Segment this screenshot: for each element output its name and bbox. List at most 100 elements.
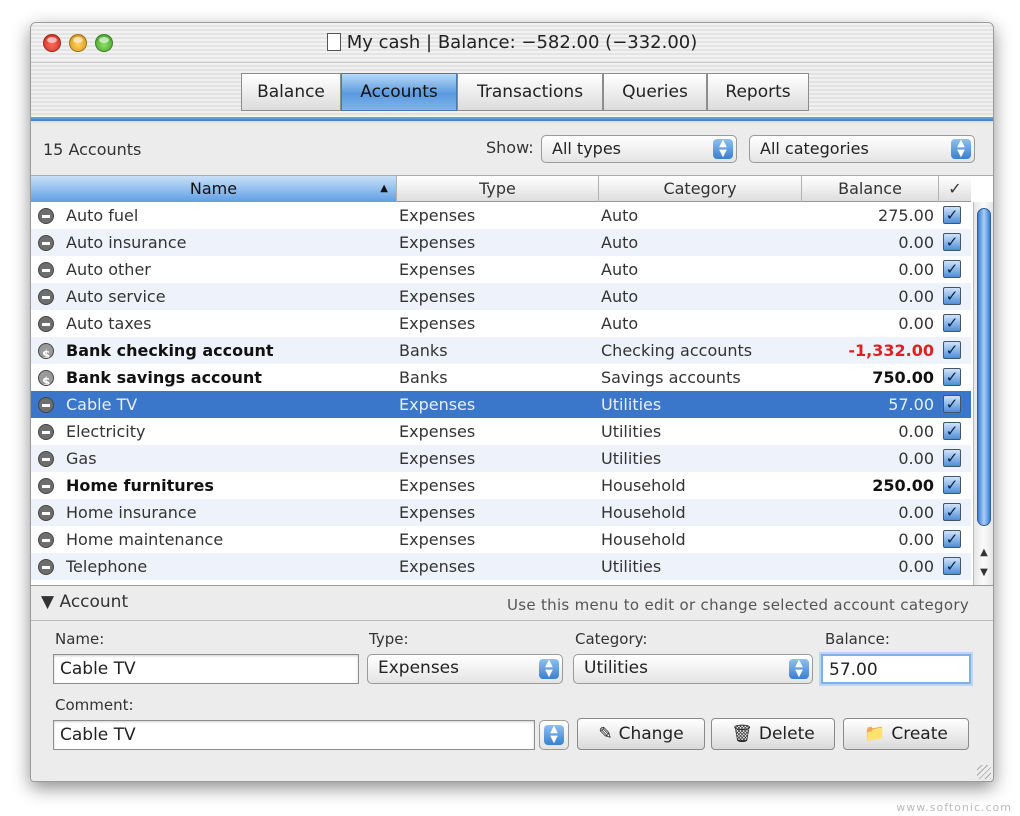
include-checkbox[interactable]: ✓: [943, 260, 961, 278]
tab-bar-underline: [31, 117, 993, 121]
category-label: Category:: [575, 630, 648, 648]
column-header-check[interactable]: ✓: [939, 176, 971, 202]
account-category: Auto: [601, 314, 639, 333]
account-name: Home insurance: [66, 503, 197, 522]
account-type: Expenses: [399, 395, 476, 414]
minus-circle-icon: [38, 505, 54, 521]
account-category: Utilities: [601, 449, 662, 468]
comment-field[interactable]: Cable TV: [53, 720, 535, 750]
updown-arrows-icon: ▲ ▼: [544, 725, 564, 745]
account-category: Household: [601, 503, 686, 522]
table-row[interactable]: Bank savings account Banks Savings account…: [31, 364, 971, 391]
type-filter-select[interactable]: All types ▲ ▼: [541, 135, 737, 163]
account-type: Expenses: [399, 260, 476, 279]
minus-circle-icon: [38, 532, 54, 548]
account-category: Auto: [601, 287, 639, 306]
tab-accounts[interactable]: Accounts: [341, 73, 457, 111]
table-row[interactable]: Home furnitures Expenses Household 250.00 ✓: [31, 472, 971, 499]
account-balance: 0.00: [898, 233, 934, 252]
table-row[interactable]: Auto insurance Expenses Auto 0.00 ✓: [31, 229, 971, 256]
table-row[interactable]: Home insurance Expenses Household 0.00 ✓: [31, 499, 971, 526]
change-button[interactable]: ✎ Change: [577, 718, 705, 750]
table-row[interactable]: Auto taxes Expenses Auto 0.00 ✓: [31, 310, 971, 337]
account-name: Auto taxes: [66, 314, 152, 333]
scroll-down-arrow-icon[interactable]: ▼: [974, 564, 993, 582]
account-balance: 750.00: [872, 368, 934, 387]
include-checkbox[interactable]: ✓: [943, 395, 961, 413]
table-row[interactable]: Telephone Expenses Utilities 0.00 ✓: [31, 553, 971, 580]
category-select[interactable]: Utilities ▲ ▼: [573, 654, 813, 684]
name-field[interactable]: Cable TV: [53, 654, 359, 684]
include-checkbox[interactable]: ✓: [943, 341, 961, 359]
tab-reports[interactable]: Reports: [707, 73, 809, 111]
tab-balance[interactable]: Balance: [241, 73, 341, 111]
include-checkbox[interactable]: ✓: [943, 557, 961, 575]
include-checkbox[interactable]: ✓: [943, 476, 961, 494]
table-row[interactable]: Auto service Expenses Auto 0.00 ✓: [31, 283, 971, 310]
type-filter-value: All types: [552, 139, 621, 158]
minus-circle-icon: [38, 424, 54, 440]
account-balance: 0.00: [898, 530, 934, 549]
dollar-circle-icon: [38, 343, 54, 359]
title-bar[interactable]: My cash | Balance: −582.00 (−332.00): [31, 23, 993, 63]
updown-arrows-icon: ▲ ▼: [713, 139, 733, 159]
table-row[interactable]: Cable TV Expenses Utilities 57.00 ✓: [31, 391, 971, 418]
table-row[interactable]: Gas Expenses Utilities 0.00 ✓: [31, 445, 971, 472]
account-hint: Use this menu to edit or change selected…: [506, 596, 969, 614]
column-header-name[interactable]: Name ▲: [31, 176, 397, 202]
delete-button[interactable]: 🗑 Delete: [711, 718, 835, 750]
create-button[interactable]: 📁 Create: [843, 718, 969, 750]
change-button-label: Change: [618, 724, 684, 744]
account-balance: 250.00: [872, 476, 934, 495]
scrollbar-thumb[interactable]: [977, 208, 991, 526]
include-checkbox[interactable]: ✓: [943, 206, 961, 224]
include-checkbox[interactable]: ✓: [943, 449, 961, 467]
minus-circle-icon: [38, 478, 54, 494]
minus-circle-icon: [38, 262, 54, 278]
accounts-toolbar: 15 Accounts Show: All types ▲ ▼ All categ…: [31, 123, 993, 177]
dollar-circle-icon: [38, 370, 54, 386]
column-header-balance[interactable]: Balance: [802, 176, 939, 202]
sort-ascending-icon: ▲: [380, 183, 388, 194]
table-row[interactable]: Auto other Expenses Auto 0.00 ✓: [31, 256, 971, 283]
include-checkbox[interactable]: ✓: [943, 314, 961, 332]
category-filter-select[interactable]: All categories ▲ ▼: [749, 135, 975, 163]
column-header-type[interactable]: Type: [397, 176, 599, 202]
table-row[interactable]: Auto fuel Expenses Auto 275.00 ✓: [31, 202, 971, 229]
account-balance: 57.00: [888, 395, 934, 414]
create-button-label: Create: [891, 724, 948, 744]
type-label: Type:: [369, 630, 409, 648]
include-checkbox[interactable]: ✓: [943, 503, 961, 521]
include-checkbox[interactable]: ✓: [943, 368, 961, 386]
account-balance: 0.00: [898, 422, 934, 441]
table-scrollbar[interactable]: ▲ ▼: [973, 202, 993, 586]
scroll-up-arrow-icon[interactable]: ▲: [974, 544, 993, 562]
account-type: Expenses: [399, 530, 476, 549]
include-checkbox[interactable]: ✓: [943, 422, 961, 440]
tab-queries[interactable]: Queries: [603, 73, 707, 111]
comment-menu-select[interactable]: ▲ ▼: [539, 720, 569, 750]
account-type: Expenses: [399, 206, 476, 225]
account-disclosure[interactable]: ▼ Account: [41, 592, 128, 612]
account-type: Expenses: [399, 314, 476, 333]
balance-label: Balance:: [825, 630, 890, 648]
include-checkbox[interactable]: ✓: [943, 233, 961, 251]
tab-transactions[interactable]: Transactions: [457, 73, 603, 111]
type-select[interactable]: Expenses ▲ ▼: [367, 654, 563, 684]
table-row[interactable]: Bank checking account Banks Checking accou…: [31, 337, 971, 364]
include-checkbox[interactable]: ✓: [943, 530, 961, 548]
include-checkbox[interactable]: ✓: [943, 287, 961, 305]
account-balance: 0.00: [898, 287, 934, 306]
account-type: Expenses: [399, 476, 476, 495]
table-row[interactable]: Home maintenance Expenses Household 0.00 ✓: [31, 526, 971, 553]
balance-field[interactable]: 57.00: [821, 654, 971, 684]
divider: [31, 620, 993, 621]
updown-arrows-icon: ▲ ▼: [789, 659, 809, 679]
account-name: Auto insurance: [66, 233, 187, 252]
account-type: Expenses: [399, 233, 476, 252]
account-name: Home furnitures: [66, 476, 214, 495]
account-type: Banks: [399, 368, 448, 387]
column-header-category[interactable]: Category: [599, 176, 802, 202]
resize-grip-icon[interactable]: [977, 765, 991, 779]
table-row[interactable]: Electricity Expenses Utilities 0.00 ✓: [31, 418, 971, 445]
